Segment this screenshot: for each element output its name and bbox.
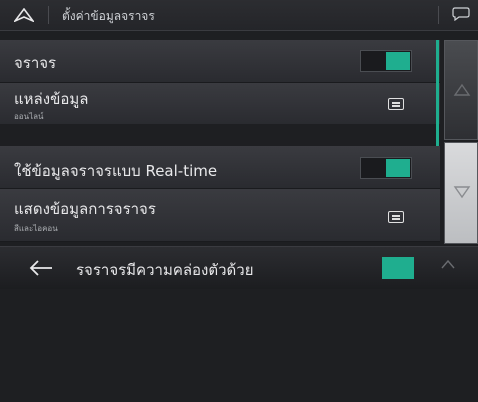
scroll-up-button[interactable] <box>444 40 478 140</box>
scroll-down-button[interactable] <box>444 142 478 244</box>
toggle-knob <box>382 257 414 279</box>
scroll-indicator <box>436 40 439 146</box>
settings-row-display-traffic[interactable]: แสดงข้อมูลการจราจร สีและไอคอน <box>0 189 440 242</box>
realtime-toggle[interactable] <box>360 157 412 179</box>
scroll-up-icon <box>453 83 471 96</box>
list-icon[interactable] <box>388 98 404 110</box>
traffic-toggle[interactable] <box>360 50 412 72</box>
chat-bubble-icon[interactable] <box>452 7 470 21</box>
settings-row-label: ใช้ข้อมูลจราจรแบบ Real-time <box>14 162 218 180</box>
toggle-knob <box>386 52 410 70</box>
back-arrow-icon[interactable] <box>28 259 54 277</box>
settings-row-traffic[interactable]: จราจร <box>0 40 440 83</box>
section-gap <box>0 124 440 144</box>
chevron-up-icon[interactable] <box>440 257 456 271</box>
scroll-down-icon <box>453 186 471 199</box>
smooth-traffic-toggle[interactable] <box>362 257 414 279</box>
header-bar: ตั้งค่าข้อมูลจราจร <box>0 0 478 31</box>
settings-row-sub: ออนไลน์ <box>14 112 44 121</box>
footer-bar: รจราจรมีความคล่องตัวด้วย <box>0 246 478 289</box>
settings-row-realtime[interactable]: ใช้ข้อมูลจราจรแบบ Real-time <box>0 146 440 189</box>
header-divider <box>48 6 49 24</box>
header-divider <box>438 6 439 24</box>
navigation-arrow-icon[interactable] <box>14 8 34 22</box>
settings-row-label: แสดงข้อมูลการจราจร <box>14 200 156 218</box>
list-icon[interactable] <box>388 211 404 223</box>
settings-row-label: รจราจรมีความคล่องตัวด้วย <box>76 261 254 279</box>
settings-row-label: แหล่งข้อมูล <box>14 90 89 108</box>
settings-row-label: จราจร <box>14 54 57 72</box>
settings-row-data-source[interactable]: แหล่งข้อมูล ออนไลน์ <box>0 83 440 125</box>
toggle-knob <box>386 159 410 177</box>
settings-row-sub: สีและไอคอน <box>14 224 58 233</box>
page-title: ตั้งค่าข้อมูลจราจร <box>62 9 155 23</box>
